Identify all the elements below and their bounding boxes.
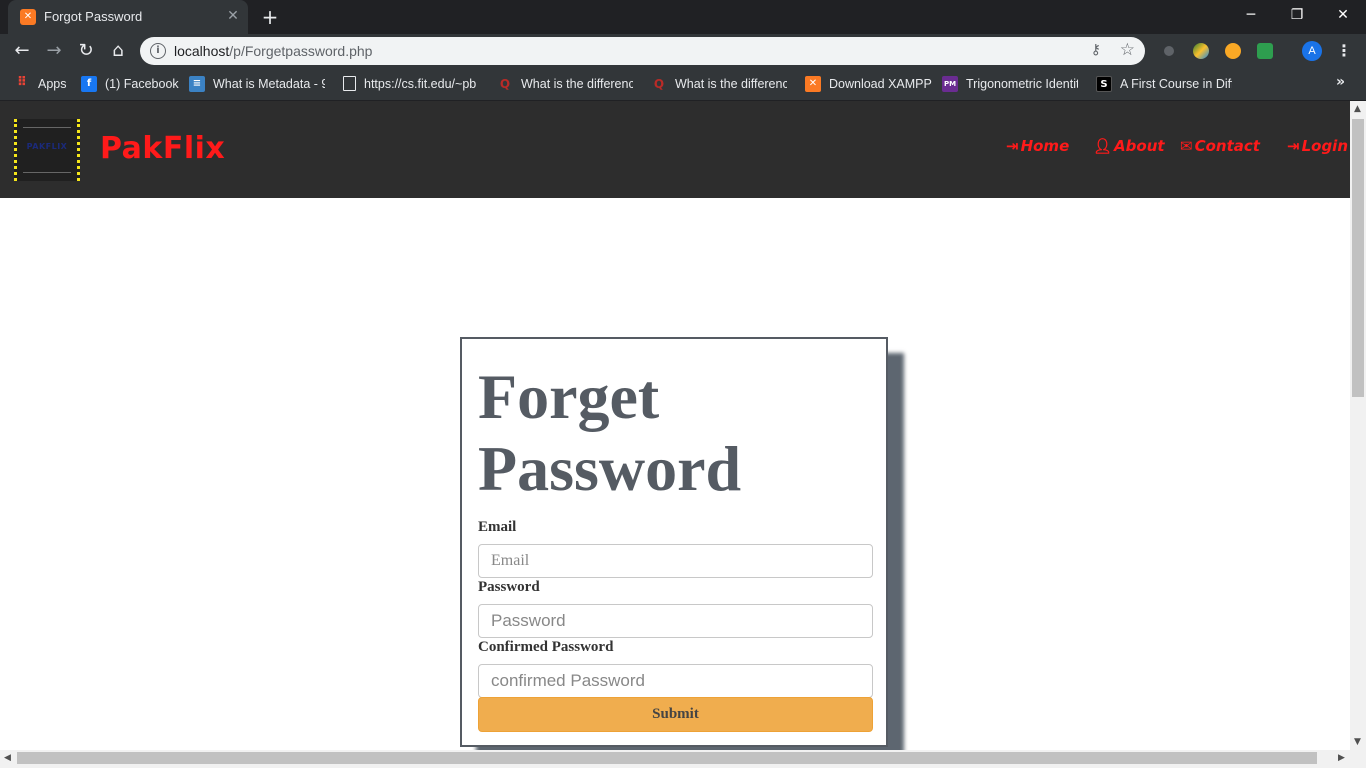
site-header: PAKFLIX PakFlix ⇥ Home 👤︎ About ✉ Contact ⇥… [0,101,1350,198]
profile-avatar[interactable]: A [1302,41,1322,61]
bookmark-quora-1[interactable]: Q What is the difference [497,76,633,92]
bookmarks-overflow-icon[interactable]: » [1336,74,1345,90]
page-viewport: PAKFLIX PakFlix ⇥ Home 👤︎ About ✉ Contact ⇥… [0,101,1350,750]
scroll-left-icon[interactable]: ◀ [4,753,11,763]
tab-title: Forgot Password [44,9,143,24]
quora-icon: Q [653,77,665,91]
reload-icon[interactable]: ↻ [74,39,98,63]
extension-globe-icon[interactable] [1193,43,1209,59]
close-icon[interactable]: ✕ [225,8,241,24]
nav-home-label: Home [1020,137,1070,155]
restore-button[interactable]: ❐ [1274,0,1320,30]
doc-icon: ≡ [189,76,205,92]
xampp-icon: ✕ [20,9,36,25]
scribd-icon: S [1096,76,1112,92]
bookmark-trig[interactable]: PM Trigonometric Identiti [942,76,1078,92]
envelope-icon: ✉ [1180,137,1193,155]
nav-about-label: About [1114,137,1165,155]
apps-grid-icon: ⠿ [16,75,28,90]
bookmark-metadata[interactable]: ≡ What is Metadata - 9 [189,76,325,92]
browser-toolbar: ← → ↻ ⌂ i localhost/p/Forgetpassword.php… [0,34,1366,68]
nav-login-label: Login [1301,137,1348,155]
email-label: Email [478,519,517,535]
scroll-up-icon[interactable]: ▲ [1354,104,1361,114]
bookmark-apps[interactable]: ⠿ Apps [14,76,67,92]
star-icon[interactable]: ☆ [1120,40,1135,60]
password-field[interactable] [478,604,873,638]
nav-home[interactable]: ⇥ Home [1006,137,1069,155]
xampp-icon: ✕ [805,76,821,92]
page-icon [343,76,356,91]
scroll-right-icon[interactable]: ▶ [1338,753,1345,763]
nav-about[interactable]: 👤︎ About [1093,137,1165,155]
sign-in-icon: ⇥ [1287,137,1300,155]
browser-tab[interactable]: ✕ Forgot Password ✕ [8,0,248,34]
info-icon[interactable]: i [150,43,166,59]
bookmark-scribd[interactable]: SA First Course in Diffe [1096,76,1232,92]
pakflix-logo[interactable]: PAKFLIX [14,119,80,181]
url-path: /p/Forgetpassword.php [229,43,373,59]
nav-contact[interactable]: ✉ Contact [1180,137,1260,155]
extension-face-icon[interactable] [1225,43,1241,59]
horizontal-scroll-thumb[interactable] [17,752,1317,764]
pm-icon: PM [942,76,958,92]
vertical-scrollbar[interactable]: ▲ ▼ [1350,101,1366,750]
extension-diamond-icon[interactable] [1257,43,1273,59]
email-field[interactable] [478,544,873,578]
sign-in-icon: ⇥ [1006,137,1019,155]
bookmark-cs-fit[interactable]: https://cs.fit.edu/~pb [343,76,476,92]
bookmark-xampp[interactable]: ✕ Download XAMPP [805,76,932,92]
bookmark-facebook[interactable]: f (1) Facebook [81,76,179,92]
submit-button[interactable]: Submit [478,697,873,732]
address-bar[interactable]: i localhost/p/Forgetpassword.php ⚷ ☆ [140,37,1145,65]
quora-icon: Q [499,77,511,91]
vertical-scroll-thumb[interactable] [1352,119,1364,397]
new-tab-button[interactable]: + [258,5,282,29]
window-close-button[interactable]: ✕ [1320,0,1366,30]
password-label: Password [478,579,540,595]
scroll-down-icon[interactable]: ▼ [1354,737,1361,747]
page-title: Forget Password [478,361,742,504]
forward-arrow-icon[interactable]: → [42,39,66,63]
user-icon: 👤︎ [1093,137,1113,155]
url-host: localhost [174,43,230,59]
key-icon[interactable]: ⚷ [1091,42,1101,58]
minimize-button[interactable]: ─ [1228,0,1274,30]
nav-contact-label: Contact [1194,137,1260,155]
home-icon[interactable]: ⌂ [106,39,130,63]
url-text[interactable]: localhost/p/Forgetpassword.php [174,43,372,59]
forget-password-card: Forget Password Email Password Confirmed… [460,337,888,747]
confirm-password-label: Confirmed Password [478,639,614,655]
browser-menu-icon[interactable]: ⋮ [1334,39,1354,63]
extension-circle-icon[interactable] [1161,43,1177,59]
nav-login[interactable]: ⇥ Login [1287,137,1348,155]
confirm-password-field[interactable] [478,664,873,698]
bookmark-quora-2[interactable]: Q What is the difference [651,76,787,92]
logo-text: PAKFLIX [26,142,68,151]
bookmarks-bar: ⠿ Apps f (1) Facebook ≡ What is Metadata - … [0,68,1366,101]
facebook-icon: f [81,76,97,92]
site-brand[interactable]: PakFlix [100,131,225,166]
logo-frame: PAKFLIX [23,127,71,173]
back-arrow-icon[interactable]: ← [10,39,34,63]
browser-tab-strip: ✕ Forgot Password ✕ + ─ ❐ ✕ [0,0,1366,34]
horizontal-scrollbar[interactable]: ◀ ▶ [0,750,1366,768]
